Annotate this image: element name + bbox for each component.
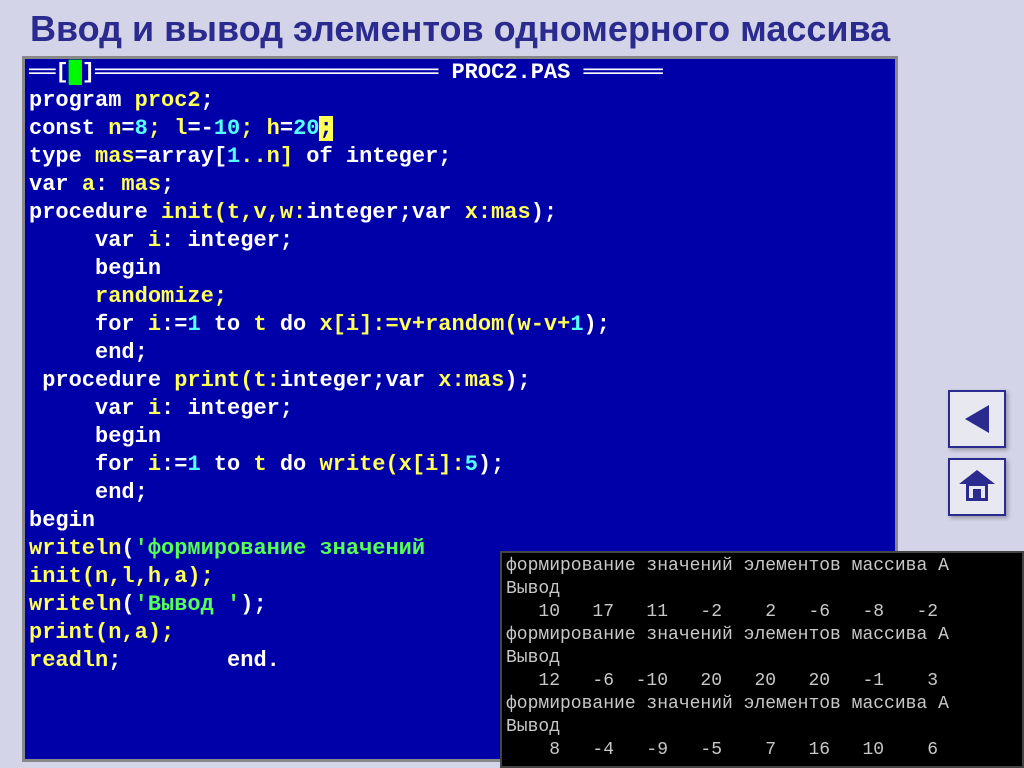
output-line: Вывод bbox=[506, 647, 1018, 670]
code-line: procedure print(t:integer;var x:mas); bbox=[25, 367, 895, 395]
code-line: begin bbox=[25, 507, 895, 535]
code-line: program proc2; bbox=[25, 87, 895, 115]
code-line: for i:=1 to t do write(x[i]:5); bbox=[25, 451, 895, 479]
home-icon bbox=[960, 472, 994, 502]
code-line: end; bbox=[25, 479, 895, 507]
code-line: var a: mas; bbox=[25, 171, 895, 199]
output-line: формирование значений элементов массива … bbox=[506, 555, 1018, 578]
back-button[interactable] bbox=[948, 390, 1006, 448]
code-line: begin bbox=[25, 255, 895, 283]
program-output: формирование значений элементов массива … bbox=[500, 551, 1024, 768]
page-title: Ввод и вывод элементов одномерного масси… bbox=[0, 0, 1024, 54]
code-line: randomize; bbox=[25, 283, 895, 311]
output-line: Вывод bbox=[506, 716, 1018, 739]
editor-titlebar: ══[█]══════════════════════════ PROC2.PA… bbox=[25, 59, 895, 87]
code-line: for i:=1 to t do x[i]:=v+random(w-v+1); bbox=[25, 311, 895, 339]
code-line: const n=8; l=-10; h=20; bbox=[25, 115, 895, 143]
output-line: формирование значений элементов массива … bbox=[506, 693, 1018, 716]
code-line: var i: integer; bbox=[25, 227, 895, 255]
output-line: 10 17 11 -2 2 -6 -8 -2 bbox=[506, 601, 1018, 624]
code-line: var i: integer; bbox=[25, 395, 895, 423]
code-line: procedure init(t,v,w:integer;var x:mas); bbox=[25, 199, 895, 227]
output-line: 8 -4 -9 -5 7 16 10 6 bbox=[506, 739, 1018, 762]
output-line: Вывод bbox=[506, 578, 1018, 601]
code-line: begin bbox=[25, 423, 895, 451]
home-button[interactable] bbox=[948, 458, 1006, 516]
code-line: end; bbox=[25, 339, 895, 367]
output-line: формирование значений элементов массива … bbox=[506, 624, 1018, 647]
output-line: 12 -6 -10 20 20 20 -1 3 bbox=[506, 670, 1018, 693]
back-arrow-icon bbox=[965, 405, 989, 433]
code-line: type mas=array[1..n] of integer; bbox=[25, 143, 895, 171]
